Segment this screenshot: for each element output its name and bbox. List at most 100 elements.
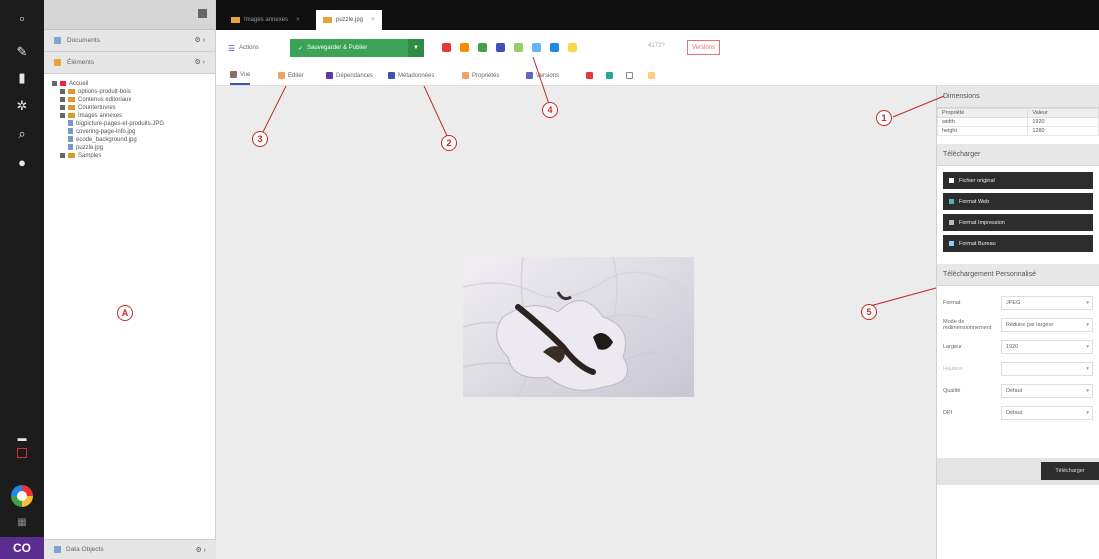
gear-icon[interactable]: ✲ xyxy=(0,96,44,116)
tree-node[interactable]: puzzle.jpg xyxy=(48,144,211,152)
close-tab-icon[interactable]: × xyxy=(296,17,300,23)
brand-logo-icon[interactable] xyxy=(11,485,33,507)
image-file-icon xyxy=(68,144,73,151)
field-input[interactable]: Défaut ▾ xyxy=(1001,384,1093,398)
chart-icon[interactable]: ▮ xyxy=(0,68,44,88)
tree-node[interactable]: Countertuvres xyxy=(48,104,211,112)
subtab-vue[interactable]: Vue xyxy=(230,66,251,85)
download-button[interactable]: Télécharger xyxy=(1041,462,1099,480)
flash-icon[interactable] xyxy=(568,43,577,52)
expand-icon[interactable] xyxy=(60,112,65,118)
upload-icon[interactable] xyxy=(496,43,505,52)
file-icon[interactable]: ▫ xyxy=(0,8,44,28)
folder-icon xyxy=(68,104,75,110)
subtab-label: Versions xyxy=(536,72,560,79)
col-value[interactable]: Valeur xyxy=(1027,108,1099,118)
custom-download-form: Format JPEG ▾ Mode de redimensionnement Rédu… xyxy=(937,292,1099,424)
dropdown-caret-icon[interactable]: ▾ xyxy=(1086,366,1089,372)
save-options-caret-icon[interactable]: ▼ xyxy=(408,39,424,57)
field-label: Largeur xyxy=(943,344,962,350)
expand-icon[interactable] xyxy=(60,104,65,110)
subtab-dependances[interactable]: Dépendances xyxy=(326,66,373,85)
field-input[interactable]: ▾ xyxy=(1001,362,1093,376)
delete-icon[interactable] xyxy=(442,43,451,52)
tree-node[interactable]: options-produit-bois xyxy=(48,88,211,96)
tab-label: puzzle.jpg xyxy=(336,17,364,23)
field-input[interactable]: 1920 ▾ xyxy=(1001,340,1093,354)
tree-node-label: Contenus editoriaux xyxy=(78,97,132,103)
subtab-versions[interactable]: Versions xyxy=(526,66,559,85)
metadata-icon xyxy=(388,72,395,79)
puzzle-photo-graphic xyxy=(463,257,694,397)
subtab-calendar[interactable] xyxy=(586,66,593,85)
co-logo-icon[interactable]: CO xyxy=(0,537,44,559)
download-label: Fichier original xyxy=(959,177,995,184)
folder-icon xyxy=(68,152,75,158)
collapse-panel-icon[interactable] xyxy=(198,9,207,18)
download-web-button[interactable]: Format Web xyxy=(943,193,1093,210)
save-label: Sauvegarder & Publier xyxy=(307,45,368,51)
expand-icon[interactable] xyxy=(52,80,57,86)
subtab-notes[interactable] xyxy=(626,66,633,85)
dropdown-caret-icon[interactable]: ▾ xyxy=(1086,410,1089,416)
elements-panel-header[interactable]: Éléments ⚙ › xyxy=(44,52,215,74)
id-text: 4172? xyxy=(648,43,665,49)
eye-icon[interactable]: ● xyxy=(0,152,44,172)
note-icon xyxy=(626,72,633,79)
actions-button[interactable]: ☰ Actions xyxy=(228,39,259,57)
crop-icon[interactable] xyxy=(514,43,523,52)
filter-icon[interactable] xyxy=(478,43,487,52)
row-property: height xyxy=(936,126,1029,136)
download-print-button[interactable]: Format Impression xyxy=(943,214,1093,231)
search-icon[interactable]: ⌕ xyxy=(0,124,44,144)
editor-tabs-bar: Images annexes × puzzle.jpg × xyxy=(216,0,1099,30)
dropdown-caret-icon[interactable]: ▾ xyxy=(1086,322,1089,328)
close-tab-icon[interactable]: × xyxy=(371,17,375,23)
subtab-label: Editer xyxy=(288,72,304,79)
subtab-proprietes[interactable]: Propriétés xyxy=(462,66,499,85)
documents-panel-header[interactable]: Documents ⚙ › xyxy=(44,30,215,52)
tab-images-annexes[interactable]: Images annexes × xyxy=(224,10,307,30)
data-objects-controls[interactable]: ⚙ › xyxy=(195,546,206,554)
data-objects-panel-header[interactable]: Data Objects ⚙ › xyxy=(44,539,216,559)
tree-node[interactable]: Contenus editoriaux xyxy=(48,96,211,104)
expand-icon[interactable] xyxy=(60,96,65,102)
tree-node[interactable]: Images annexes xyxy=(48,112,211,120)
subtab-metadonnees[interactable]: Métadonnées xyxy=(388,66,434,85)
elements-panel-controls[interactable]: ⚙ › xyxy=(194,58,205,66)
subtab-editer[interactable]: Editer xyxy=(278,66,304,85)
field-input[interactable]: Réduire par largeur ▾ xyxy=(1001,318,1093,332)
rename-icon[interactable] xyxy=(460,43,469,52)
documents-panel-controls[interactable]: ⚙ › xyxy=(194,36,205,44)
field-input[interactable]: Défaut ▾ xyxy=(1001,406,1093,420)
alert-icon[interactable] xyxy=(17,448,27,458)
tree-node[interactable]: Accueil xyxy=(48,80,211,88)
download-office-button[interactable]: Format Bureau xyxy=(943,235,1093,252)
dropdown-caret-icon[interactable]: ▾ xyxy=(1086,344,1089,350)
dropdown-caret-icon[interactable]: ▾ xyxy=(1086,300,1089,306)
grid-icon[interactable]: ▦ xyxy=(0,512,44,532)
notification-icon[interactable]: ▬ xyxy=(0,428,44,448)
versions-button[interactable]: Versions xyxy=(687,40,721,55)
tree-node[interactable]: Samples xyxy=(48,152,211,160)
download-original-button[interactable]: Fichier original xyxy=(943,172,1093,189)
expand-icon[interactable] xyxy=(60,88,65,94)
tab-puzzle-jpg[interactable]: puzzle.jpg × xyxy=(316,10,382,30)
share-icon[interactable] xyxy=(532,43,541,52)
col-property[interactable]: Propriété xyxy=(936,108,1029,118)
tree-node[interactable]: ecode_background.jpg xyxy=(48,136,211,144)
expand-icon[interactable] xyxy=(60,152,65,158)
save-publish-button[interactable]: ✓ Sauvegarder & Publier ▼ xyxy=(290,39,424,57)
subtab-workflow[interactable] xyxy=(648,66,655,85)
info-icon[interactable] xyxy=(550,43,559,52)
callout-a: A xyxy=(117,305,133,321)
dropdown-caret-icon[interactable]: ▾ xyxy=(1086,388,1089,394)
tree-node[interactable]: bigpicture-pages-et-produits.JPG xyxy=(48,120,211,128)
main-nav-rail: ▫ ✎ ▮ ✲ ⌕ ● ▬ ▦ CO xyxy=(0,0,44,559)
subtab-tags[interactable] xyxy=(606,66,613,85)
download-label: Format Bureau xyxy=(959,240,996,247)
subtab-label: Propriétés xyxy=(472,72,500,79)
wrench-icon[interactable]: ✎ xyxy=(0,42,44,62)
tree-node[interactable]: covering-page-info.jpg xyxy=(48,128,211,136)
field-input[interactable]: JPEG ▾ xyxy=(1001,296,1093,310)
